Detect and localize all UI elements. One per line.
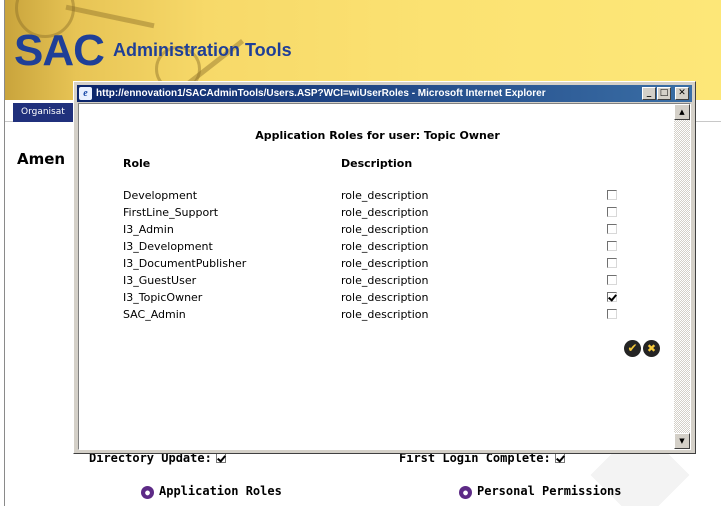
roles-icon: ● [141, 486, 154, 499]
key-graphic [65, 4, 155, 29]
application-roles-label: Application Roles [159, 484, 282, 498]
minimize-button[interactable]: _ [642, 87, 656, 100]
close-button[interactable]: ✕ [675, 87, 689, 100]
checkmark-icon: ✔ [627, 341, 638, 355]
page-title: Amen [17, 150, 66, 168]
role-name: I3_Admin [123, 223, 174, 236]
role-checkbox[interactable] [607, 292, 617, 302]
roles-heading: Application Roles for user: Topic Owner [255, 129, 500, 142]
logo-sac: SAC [14, 26, 105, 75]
role-name: Development [123, 189, 198, 202]
role-name: SAC_Admin [123, 308, 186, 321]
role-description: role_description [341, 257, 429, 270]
role-row: I3_Admin role_description [79, 223, 676, 240]
column-header-role: Role [123, 157, 151, 170]
role-row: I3_TopicOwner role_description [79, 291, 676, 308]
cancel-button[interactable]: ✖ [643, 340, 660, 357]
scroll-up-arrow-icon[interactable]: ▲ [674, 104, 690, 120]
maximize-button[interactable]: □ [657, 87, 671, 100]
logo-subtitle: Administration Tools [113, 40, 292, 60]
role-description: role_description [341, 240, 429, 253]
directory-update-checkbox[interactable] [215, 453, 226, 463]
column-header-description: Description [341, 157, 413, 170]
role-checkbox[interactable] [607, 241, 617, 251]
vertical-scrollbar[interactable]: ▲ ▼ [674, 104, 690, 449]
roles-popup-window: e http://ennovation1/SACAdminTools/Users… [73, 81, 696, 454]
role-description: role_description [341, 291, 429, 304]
personal-permissions-label: Personal Permissions [477, 484, 622, 498]
role-row: I3_GuestUser role_description [79, 274, 676, 291]
role-row: Development role_description [79, 189, 676, 206]
role-checkbox[interactable] [607, 207, 617, 217]
role-description: role_description [341, 223, 429, 236]
role-checkbox[interactable] [607, 224, 617, 234]
role-checkbox[interactable] [607, 190, 617, 200]
role-checkbox[interactable] [607, 258, 617, 268]
internet-explorer-icon: e [79, 87, 92, 100]
first-login-checkbox[interactable] [554, 453, 565, 463]
x-icon: ✖ [646, 342, 657, 355]
popup-titlebar[interactable]: e http://ennovation1/SACAdminTools/Users… [77, 85, 692, 102]
role-name: I3_GuestUser [123, 274, 197, 287]
role-row: SAC_Admin role_description [79, 308, 676, 325]
role-description: role_description [341, 308, 429, 321]
role-checkbox[interactable] [607, 275, 617, 285]
role-description: role_description [341, 206, 429, 219]
role-row: FirstLine_Support role_description [79, 206, 676, 223]
ok-button[interactable]: ✔ [624, 340, 641, 357]
role-name: I3_DocumentPublisher [123, 257, 247, 270]
role-name: I3_Development [123, 240, 213, 253]
scroll-down-arrow-icon[interactable]: ▼ [674, 433, 690, 449]
role-description: role_description [341, 274, 429, 287]
role-description: role_description [341, 189, 429, 202]
application-roles-link[interactable]: ● Application Roles [141, 484, 282, 499]
popup-title: http://ennovation1/SACAdminTools/Users.A… [96, 88, 546, 99]
popup-content-area: Application Roles for user: Topic Owner … [78, 103, 691, 450]
role-row: I3_DocumentPublisher role_description [79, 257, 676, 274]
permissions-icon: ● [459, 486, 472, 499]
personal-permissions-link[interactable]: ● Personal Permissions [459, 484, 622, 499]
role-checkbox[interactable] [607, 309, 617, 319]
role-row: I3_Development role_description [79, 240, 676, 257]
roles-form: Application Roles for user: Topic Owner … [79, 104, 676, 449]
role-name: FirstLine_Support [123, 206, 219, 219]
role-name: I3_TopicOwner [123, 291, 203, 304]
